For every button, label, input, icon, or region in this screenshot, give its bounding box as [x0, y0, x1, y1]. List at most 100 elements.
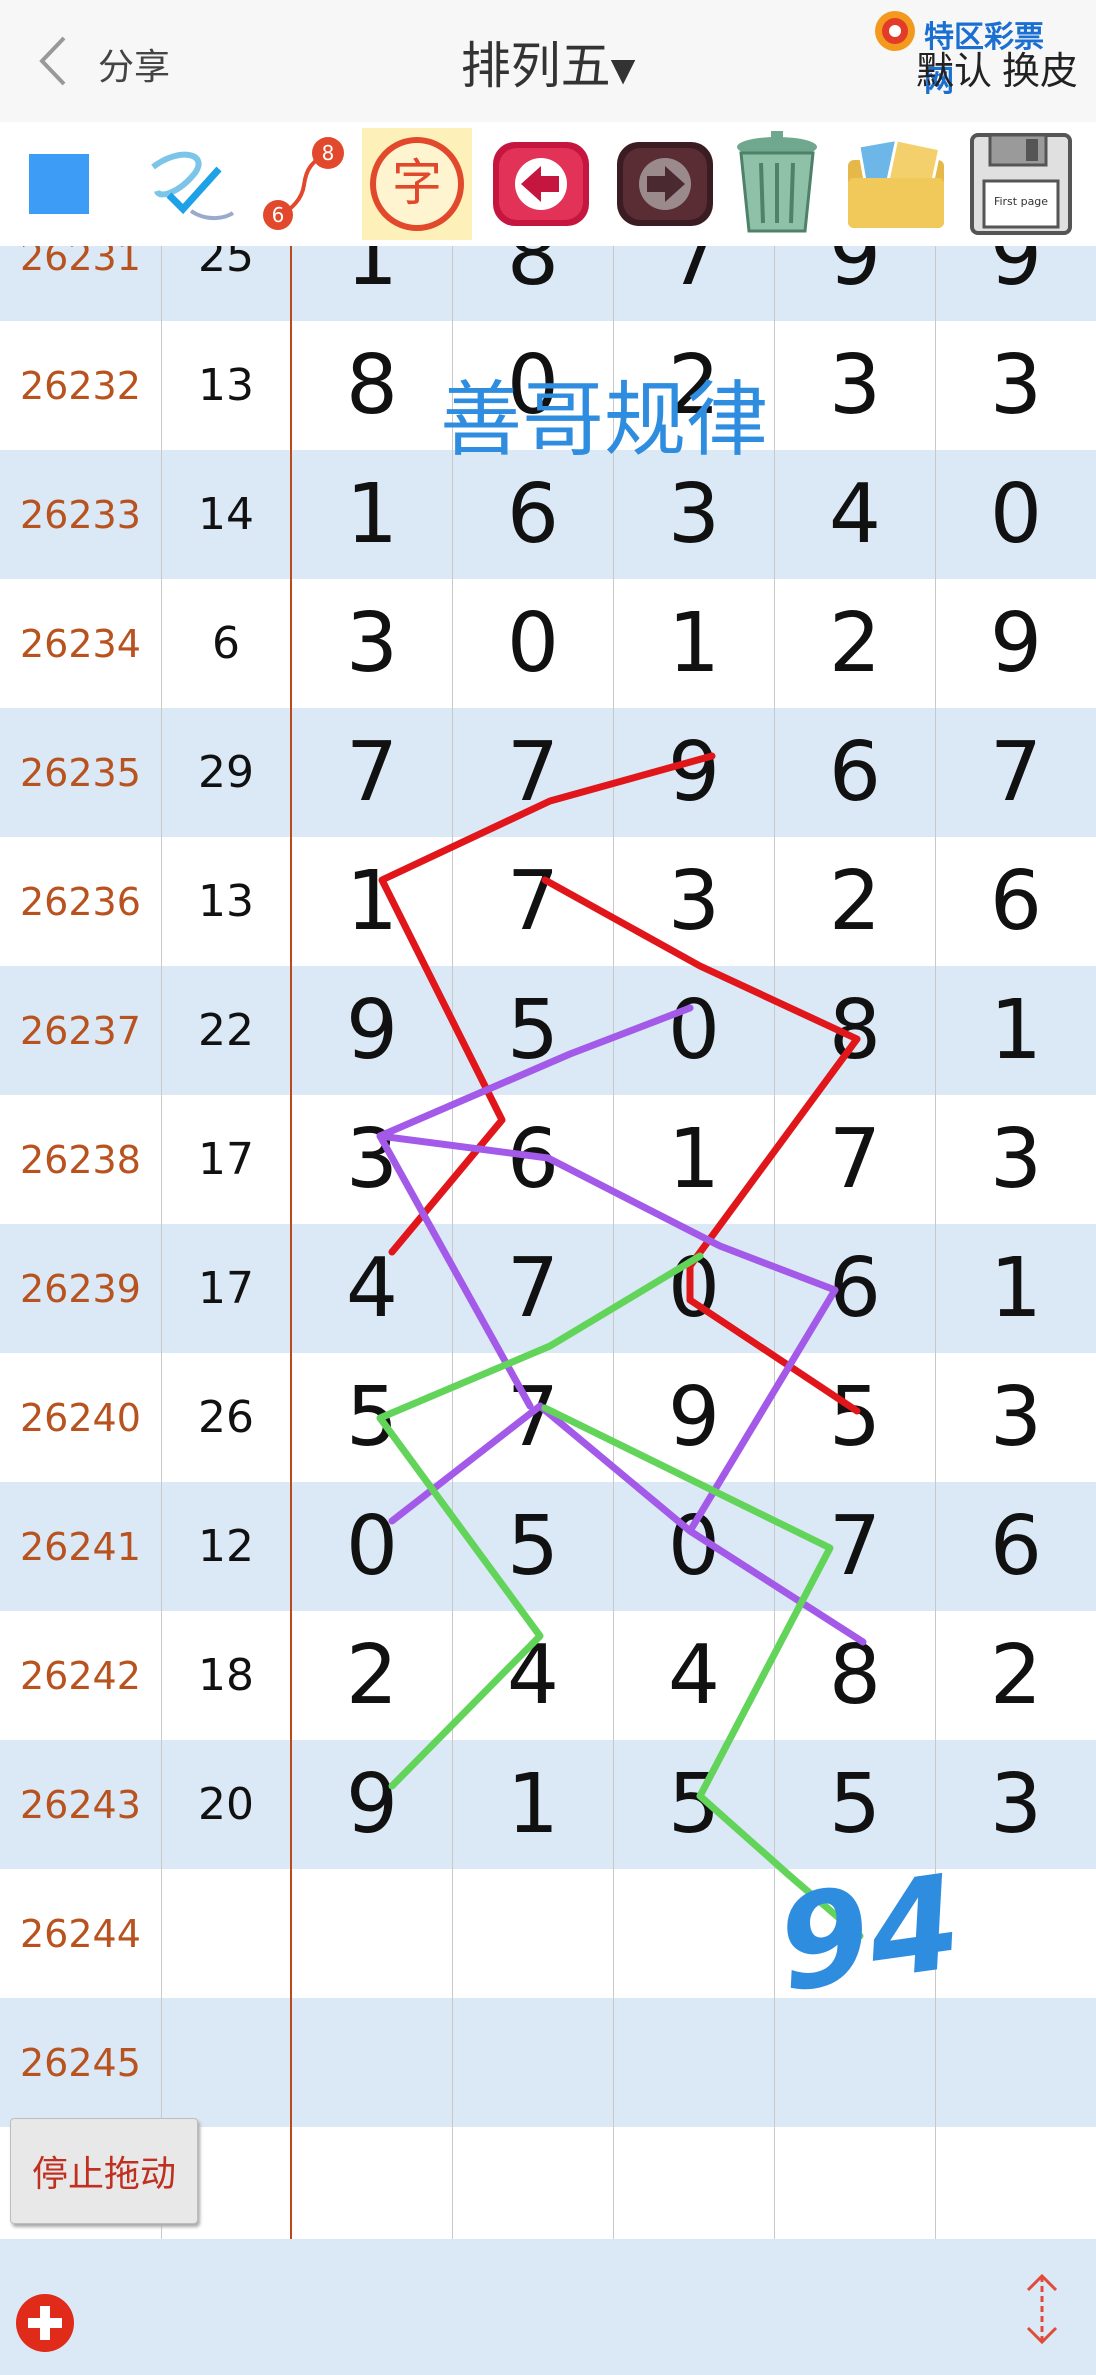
issue-number: 26239: [0, 1224, 162, 1353]
digit-cell-3[interactable]: [614, 1869, 775, 1998]
color-picker-button[interactable]: [4, 128, 114, 240]
digit-cell-1[interactable]: 1: [292, 837, 453, 966]
clear-button[interactable]: [722, 128, 832, 240]
digit-cell-2[interactable]: 7: [453, 708, 614, 837]
connect-tool-button[interactable]: 8 6: [246, 128, 356, 240]
digit-cell-3[interactable]: 0: [614, 1224, 775, 1353]
digit-cell-5[interactable]: 6: [936, 837, 1096, 966]
digit-cell-2[interactable]: 0: [453, 321, 614, 450]
digit-cell-2[interactable]: 8: [453, 246, 614, 321]
digit-cell-3[interactable]: 4: [614, 1611, 775, 1740]
digit-cell-3[interactable]: [614, 2127, 775, 2239]
digit-cell-3[interactable]: [614, 1998, 775, 2127]
digit-cell-1[interactable]: 8: [292, 321, 453, 450]
digit-cell-5[interactable]: 2: [936, 1611, 1096, 1740]
digit-cell-4[interactable]: 7: [775, 1095, 936, 1224]
digit-cell-2[interactable]: 1: [453, 1740, 614, 1869]
digit-cell-5[interactable]: 7: [936, 708, 1096, 837]
digit-cell-4[interactable]: 3: [775, 321, 936, 450]
digit-cell-1[interactable]: [292, 1998, 453, 2127]
digit-cell-2[interactable]: 6: [453, 1095, 614, 1224]
digit-cell-4[interactable]: 9: [775, 246, 936, 321]
digit-cell-2[interactable]: 4: [453, 1611, 614, 1740]
digit-cell-4[interactable]: 6: [775, 1224, 936, 1353]
digit-cell-1[interactable]: 7: [292, 708, 453, 837]
digit-cell-3[interactable]: 9: [614, 1353, 775, 1482]
digit-cell-1[interactable]: [292, 2127, 453, 2239]
digit-cell-1[interactable]: 3: [292, 1095, 453, 1224]
undo-button[interactable]: [486, 128, 596, 240]
digit-cell-3[interactable]: 1: [614, 579, 775, 708]
digit-cell-1[interactable]: 1: [292, 450, 453, 579]
digit-cell-2[interactable]: 7: [453, 1224, 614, 1353]
trash-can-icon: [737, 131, 817, 233]
digit-cell-2[interactable]: [453, 1869, 614, 1998]
digit-cell-1[interactable]: 0: [292, 1482, 453, 1611]
digit-cell-5[interactable]: 9: [936, 246, 1096, 321]
digit-cell-3[interactable]: 7: [614, 246, 775, 321]
digit-cell-1[interactable]: 3: [292, 579, 453, 708]
digit-cell-1[interactable]: 5: [292, 1353, 453, 1482]
digit-sum: 18: [162, 1611, 292, 1740]
digit-cell-4[interactable]: [775, 1869, 936, 1998]
digit-cell-4[interactable]: [775, 2127, 936, 2239]
drawing-toolbar: 8 6 字 First page: [0, 122, 1096, 247]
scroll-sort-icon[interactable]: [1018, 2272, 1066, 2346]
change-skin-button[interactable]: 换皮: [1002, 49, 1078, 93]
digit-cell-5[interactable]: 1: [936, 1224, 1096, 1353]
default-button[interactable]: 默认: [916, 49, 992, 93]
digit-cell-4[interactable]: 4: [775, 450, 936, 579]
digit-cell-4[interactable]: 7: [775, 1482, 936, 1611]
stop-drag-button[interactable]: 停止拖动: [10, 2118, 198, 2224]
digit-cell-5[interactable]: [936, 1998, 1096, 2127]
add-plus-icon[interactable]: [14, 2292, 76, 2354]
digit-cell-5[interactable]: [936, 2127, 1096, 2239]
digit-cell-5[interactable]: 3: [936, 1740, 1096, 1869]
digit-cell-3[interactable]: 3: [614, 837, 775, 966]
digit-cell-2[interactable]: 6: [453, 450, 614, 579]
digit-cell-2[interactable]: 7: [453, 1353, 614, 1482]
digit-cell-4[interactable]: 2: [775, 837, 936, 966]
digit-cell-4[interactable]: 2: [775, 579, 936, 708]
digit-cell-5[interactable]: 3: [936, 1353, 1096, 1482]
digit-cell-3[interactable]: 9: [614, 708, 775, 837]
digit-cell-5[interactable]: 3: [936, 1095, 1096, 1224]
digit-cell-4[interactable]: [775, 1998, 936, 2127]
digit-cell-4[interactable]: 5: [775, 1740, 936, 1869]
digit-cell-3[interactable]: 3: [614, 450, 775, 579]
digit-cell-1[interactable]: [292, 1869, 453, 1998]
save-button[interactable]: First page: [966, 128, 1076, 240]
digit-cell-1[interactable]: 1: [292, 246, 453, 321]
gallery-button[interactable]: [842, 128, 952, 240]
digit-cell-3[interactable]: 0: [614, 966, 775, 1095]
digit-cell-4[interactable]: 5: [775, 1353, 936, 1482]
digit-cell-5[interactable]: 6: [936, 1482, 1096, 1611]
digit-cell-5[interactable]: 9: [936, 579, 1096, 708]
text-tool-button[interactable]: 字: [362, 128, 472, 240]
digit-cell-1[interactable]: 4: [292, 1224, 453, 1353]
digit-cell-5[interactable]: 1: [936, 966, 1096, 1095]
digit-cell-3[interactable]: 0: [614, 1482, 775, 1611]
digit-cell-3[interactable]: 2: [614, 321, 775, 450]
digit-cell-4[interactable]: 6: [775, 708, 936, 837]
digit-cell-2[interactable]: [453, 1998, 614, 2127]
digit-cell-2[interactable]: 5: [453, 1482, 614, 1611]
digit-cell-3[interactable]: 1: [614, 1095, 775, 1224]
results-table: 26231 25 1 8 7 9 9 26232 13 8 0 2 3 3 26233 14 1 6 3 4 0 2623…: [0, 246, 1096, 2239]
digit-cell-5[interactable]: 0: [936, 450, 1096, 579]
digit-cell-3[interactable]: 5: [614, 1740, 775, 1869]
digit-sum: 12: [162, 1482, 292, 1611]
digit-cell-5[interactable]: [936, 1869, 1096, 1998]
digit-cell-1[interactable]: 2: [292, 1611, 453, 1740]
digit-cell-2[interactable]: [453, 2127, 614, 2239]
digit-cell-4[interactable]: 8: [775, 966, 936, 1095]
redo-button[interactable]: [610, 128, 720, 240]
digit-cell-4[interactable]: 8: [775, 1611, 936, 1740]
pen-tool-button[interactable]: [134, 128, 244, 240]
digit-cell-2[interactable]: 0: [453, 579, 614, 708]
digit-cell-1[interactable]: 9: [292, 966, 453, 1095]
digit-cell-5[interactable]: 3: [936, 321, 1096, 450]
digit-cell-1[interactable]: 9: [292, 1740, 453, 1869]
digit-cell-2[interactable]: 7: [453, 837, 614, 966]
digit-cell-2[interactable]: 5: [453, 966, 614, 1095]
